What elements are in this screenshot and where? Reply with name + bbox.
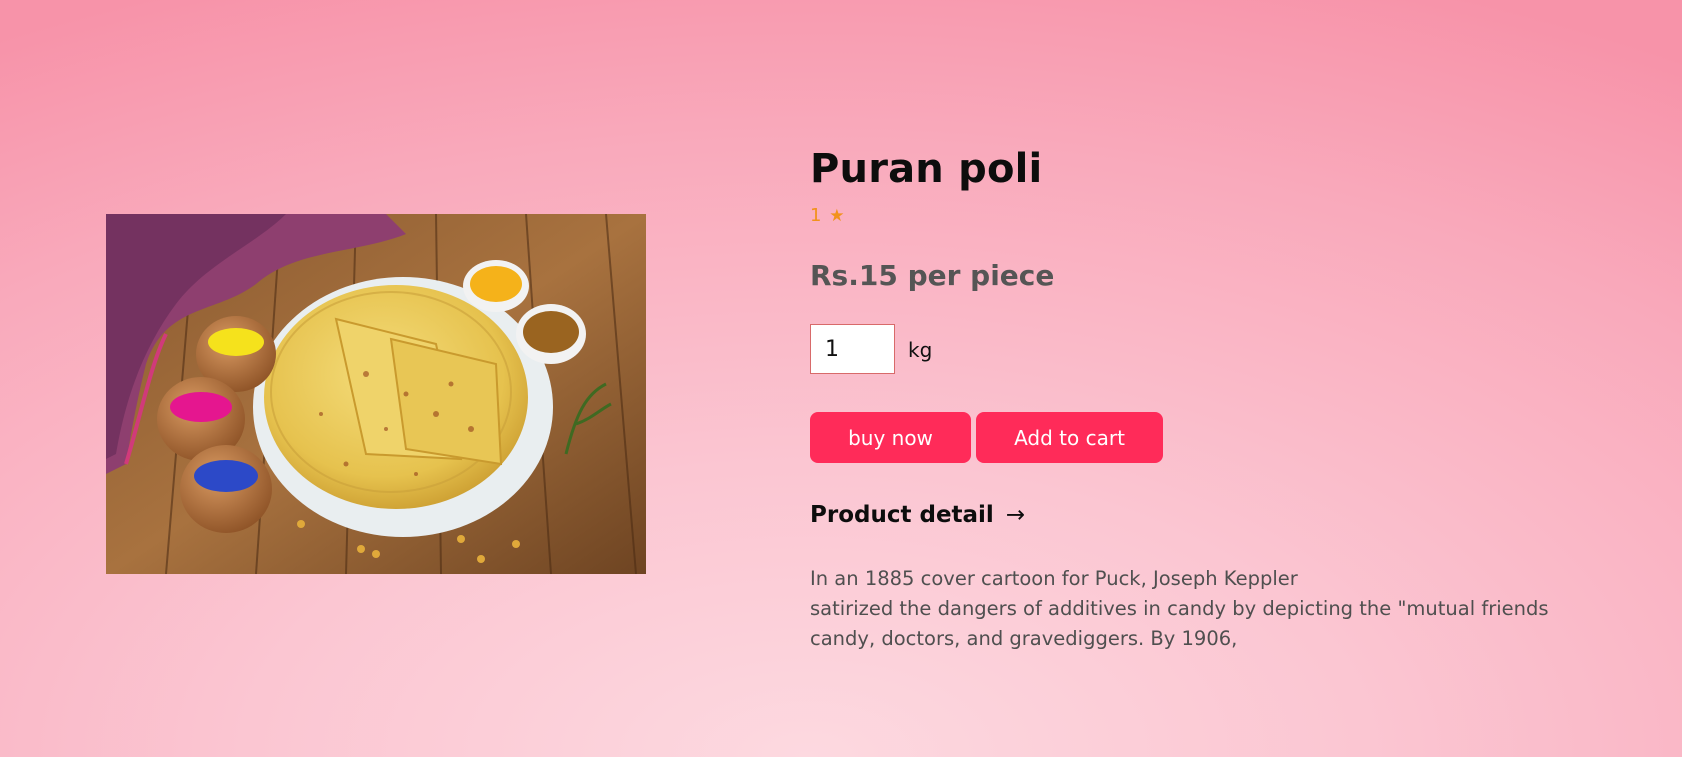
product-title: Puran poli — [810, 146, 1043, 192]
unit-label: kg — [908, 338, 933, 362]
rating-value: 1 — [810, 205, 822, 226]
description-line: candy, doctors, and gravediggers. By 190… — [810, 627, 1238, 650]
arrow-right-icon: → — [1005, 502, 1026, 528]
buy-now-button[interactable]: buy now — [810, 412, 971, 463]
rating: 1 ★ — [810, 205, 844, 226]
product-detail-label: Product detail — [810, 502, 994, 528]
description-line: satirized the dangers of additives in ca… — [810, 597, 1549, 620]
star-icon: ★ — [829, 206, 845, 226]
product-detail-link[interactable]: Product detail → — [810, 502, 1025, 528]
product-description: In an 1885 cover cartoon for Puck, Josep… — [810, 564, 1610, 654]
description-line: In an 1885 cover cartoon for Puck, Josep… — [810, 567, 1298, 590]
quantity-input[interactable] — [810, 324, 895, 374]
add-to-cart-button[interactable]: Add to cart — [976, 412, 1163, 463]
product-price: Rs.15 per piece — [810, 259, 1055, 292]
product-image — [106, 214, 646, 574]
